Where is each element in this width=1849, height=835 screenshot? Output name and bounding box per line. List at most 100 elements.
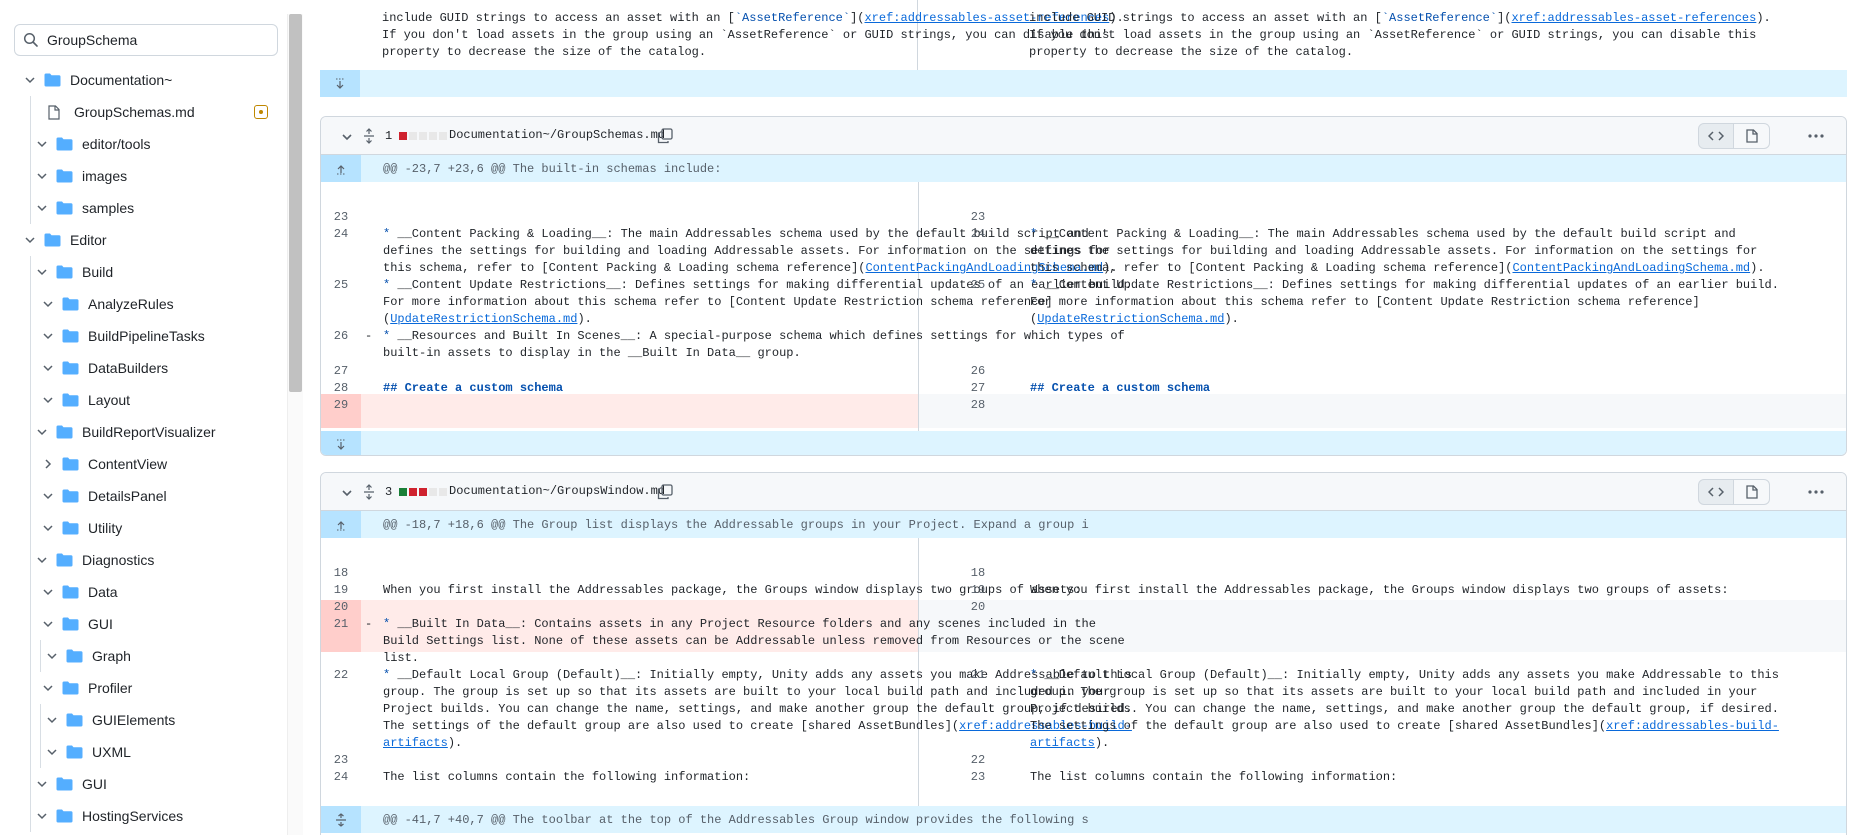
chevron-down-icon[interactable]: [40, 392, 56, 408]
chevron-down-icon[interactable]: [34, 264, 50, 280]
chevron-down-icon[interactable]: [34, 424, 50, 440]
line-number[interactable]: 29: [321, 398, 361, 412]
line-number[interactable]: 26: [958, 364, 998, 378]
file-filter-search[interactable]: [14, 24, 278, 56]
tree-folder-item[interactable]: Graph: [0, 640, 280, 672]
expand-both-button[interactable]: [321, 806, 361, 833]
chevron-down-icon[interactable]: [34, 136, 50, 152]
line-number[interactable]: 22: [958, 753, 998, 767]
tree-indent-guide: [30, 640, 31, 672]
expand-down-button[interactable]: [321, 431, 361, 455]
diff-content: include GUID strings to access an asset …: [320, 0, 1849, 835]
line-number[interactable]: 21: [321, 617, 361, 631]
chevron-down-icon[interactable]: [40, 520, 56, 536]
tree-indent-guide: [30, 384, 31, 416]
line-number[interactable]: 18: [958, 566, 998, 580]
chevron-down-icon[interactable]: [44, 648, 60, 664]
chevron-down-icon[interactable]: [34, 168, 50, 184]
tree-folder-item[interactable]: HostingServices: [0, 800, 280, 832]
code-line: group. The group is set up so that its a…: [1030, 685, 1758, 699]
tree-folder-item[interactable]: BuildPipelineTasks: [0, 320, 280, 352]
tree-item-label: editor/tools: [82, 136, 151, 152]
line-number[interactable]: 22: [321, 668, 361, 682]
chevron-down-icon[interactable]: [40, 360, 56, 376]
line-number[interactable]: 27: [321, 364, 361, 378]
tree-folder-item[interactable]: DataBuilders: [0, 352, 280, 384]
tree-folder-item[interactable]: editor/tools: [0, 128, 280, 160]
chevron-down-icon[interactable]: [40, 296, 56, 312]
tree-folder-item[interactable]: Layout: [0, 384, 280, 416]
tree-folder-item[interactable]: images: [0, 160, 280, 192]
chevron-down-icon[interactable]: [44, 744, 60, 760]
line-number[interactable]: 18: [321, 566, 361, 580]
chevron-down-icon[interactable]: [40, 328, 56, 344]
tree-folder-item[interactable]: Build: [0, 256, 280, 288]
line-number[interactable]: 20: [958, 600, 998, 614]
tree-folder-item[interactable]: Data: [0, 576, 280, 608]
folder-icon: [56, 552, 74, 568]
line-number[interactable]: 27: [958, 381, 998, 395]
tree-folder-item[interactable]: GUI: [0, 768, 280, 800]
line-number[interactable]: 23: [958, 770, 998, 784]
tree-folder-item[interactable]: ContentView: [0, 448, 280, 480]
line-number[interactable]: 24: [321, 227, 361, 241]
tree-folder-item[interactable]: GUI: [0, 608, 280, 640]
chevron-down-icon[interactable]: [22, 72, 38, 88]
tree-folder-item[interactable]: Utility: [0, 512, 280, 544]
line-number[interactable]: 24: [958, 227, 998, 241]
search-input[interactable]: [47, 32, 257, 48]
chevron-down-icon[interactable]: [34, 808, 50, 824]
line-number[interactable]: 19: [321, 583, 361, 597]
chevron-down-icon[interactable]: [40, 584, 56, 600]
chevron-right-icon[interactable]: [40, 456, 56, 472]
tree-folder-item[interactable]: samples: [0, 192, 280, 224]
code-line: defines the settings for building and lo…: [383, 244, 1111, 258]
tree-file-item[interactable]: GroupSchemas.md: [0, 96, 280, 128]
line-number[interactable]: 28: [958, 398, 998, 412]
line-number[interactable]: 19: [958, 583, 998, 597]
line-number[interactable]: 26: [321, 329, 361, 343]
tree-indent-guide: [30, 352, 31, 384]
sidebar-scrollbar-thumb[interactable]: [289, 14, 302, 392]
tree-indent-guide: [30, 288, 31, 320]
tree-folder-item[interactable]: Editor: [0, 224, 280, 256]
folder-icon: [56, 264, 74, 280]
tree-folder-item[interactable]: GUIElements: [0, 704, 280, 736]
chevron-down-icon[interactable]: [22, 232, 38, 248]
line-number[interactable]: 21: [958, 668, 998, 682]
tree-folder-item[interactable]: DetailsPanel: [0, 480, 280, 512]
tree-folder-item[interactable]: BuildReportVisualizer: [0, 416, 280, 448]
tree-folder-item[interactable]: AnalyzeRules: [0, 288, 280, 320]
line-number[interactable]: 23: [958, 210, 998, 224]
folder-icon: [62, 680, 80, 696]
chevron-down-icon[interactable]: [34, 200, 50, 216]
chevron-down-icon[interactable]: [40, 488, 56, 504]
chevron-down-icon[interactable]: [40, 680, 56, 696]
line-number[interactable]: 20: [321, 600, 361, 614]
tree-indent-guide: [30, 608, 31, 640]
tree-item-label: Profiler: [88, 680, 133, 696]
chevron-down-icon[interactable]: [44, 712, 60, 728]
tree-folder-item[interactable]: Diagnostics: [0, 544, 280, 576]
expand-down-button[interactable]: [320, 70, 360, 97]
line-number[interactable]: 25: [958, 278, 998, 292]
tree-folder-item[interactable]: Profiler: [0, 672, 280, 704]
chevron-down-icon[interactable]: [34, 552, 50, 568]
tree-folder-item[interactable]: UXML: [0, 736, 280, 768]
folder-icon: [56, 168, 74, 184]
file-icon: [48, 104, 66, 120]
chevron-down-icon[interactable]: [34, 776, 50, 792]
line-number[interactable]: 28: [321, 381, 361, 395]
code-line: * __Content Update Restrictions__: Defin…: [1030, 278, 1779, 292]
line-number[interactable]: 24: [321, 770, 361, 784]
line-number[interactable]: 23: [321, 210, 361, 224]
tree-folder-item[interactable]: Documentation~: [0, 64, 280, 96]
tree-indent-guide: [30, 704, 31, 736]
line-number[interactable]: 25: [321, 278, 361, 292]
tree-item-label: Editor: [70, 232, 107, 248]
folder-icon: [62, 296, 80, 312]
line-number[interactable]: 23: [321, 753, 361, 767]
code-line: The settings of the default group are al…: [1030, 719, 1779, 733]
chevron-down-icon[interactable]: [40, 616, 56, 632]
tree-item-label: DetailsPanel: [88, 488, 167, 504]
